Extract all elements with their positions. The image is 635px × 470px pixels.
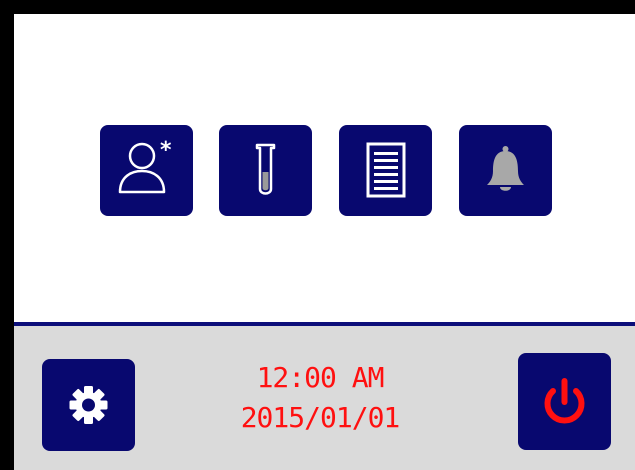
screen-border-top — [0, 0, 635, 14]
screen-border-left — [0, 0, 14, 470]
alarm-button[interactable] — [459, 125, 552, 216]
svg-text:*: * — [160, 138, 172, 163]
user-button[interactable]: * — [100, 125, 193, 216]
settings-button[interactable] — [42, 359, 135, 451]
bell-icon — [487, 146, 524, 191]
document-list-icon — [366, 142, 406, 198]
gear-icon — [69, 386, 108, 424]
power-button[interactable] — [518, 353, 611, 450]
user-asterisk-icon: * — [118, 138, 172, 194]
sample-button[interactable] — [219, 125, 312, 216]
clock-date: 2015/01/01 — [240, 401, 401, 434]
report-button[interactable] — [339, 125, 432, 216]
clock-display: 12:00 AM 2015/01/01 — [210, 358, 430, 438]
power-icon — [544, 378, 585, 424]
clock-time: 12:00 AM — [256, 361, 385, 394]
test-tube-icon — [255, 143, 276, 195]
device-screen: * 12:00 AM 2015/01/01 — [0, 0, 635, 470]
